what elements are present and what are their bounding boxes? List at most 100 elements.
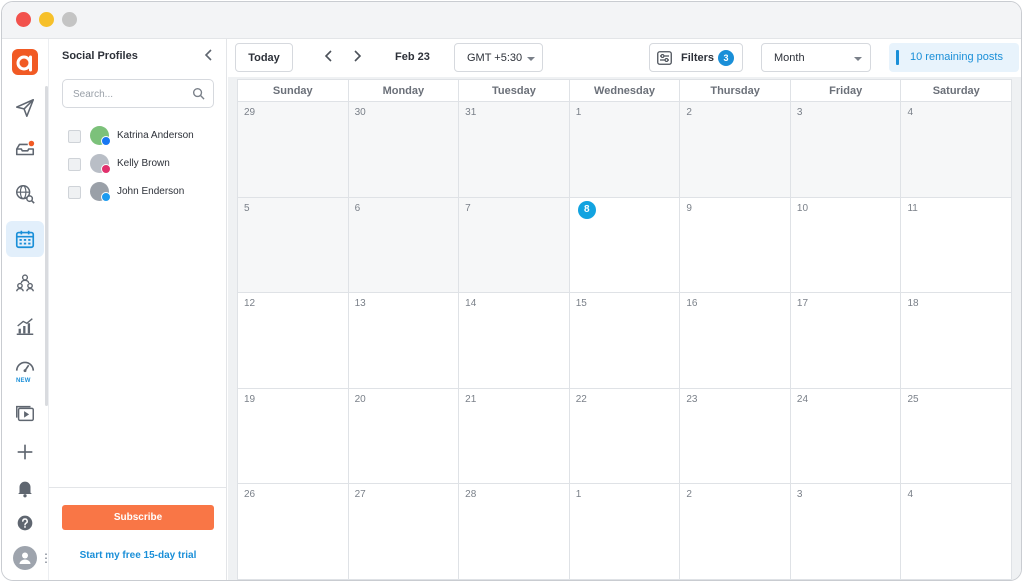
rail-item-analytics[interactable]: [6, 308, 44, 344]
day-cell[interactable]: 19: [238, 388, 349, 484]
day-number: 26: [244, 489, 256, 501]
day-cell[interactable]: 21: [459, 388, 570, 484]
timezone-value: GMT +5:30: [467, 51, 523, 64]
week-row: 29 30 31 1 2 3 4: [238, 102, 1012, 198]
weekday-header: Monday: [349, 80, 460, 101]
search-icon[interactable]: [192, 87, 205, 100]
filters-count-badge: 3: [718, 50, 734, 66]
plus-icon: [17, 444, 33, 460]
day-cell[interactable]: 18: [901, 293, 1012, 388]
day-cell[interactable]: 16: [680, 293, 791, 388]
today-button[interactable]: Today: [235, 43, 293, 72]
rail-item-help[interactable]: [6, 505, 44, 541]
timezone-select[interactable]: GMT +5:30: [454, 43, 543, 72]
day-cell[interactable]: 28: [459, 484, 570, 579]
day-cell[interactable]: 1: [569, 484, 681, 579]
day-cell[interactable]: 15: [569, 293, 681, 388]
profile-search-input[interactable]: [73, 86, 185, 102]
rail-item-notifications[interactable]: [6, 470, 44, 506]
day-cell[interactable]: 5: [238, 197, 349, 293]
day-cell[interactable]: 3: [790, 102, 902, 197]
day-number: 18: [907, 298, 919, 310]
chevron-right-icon[interactable]: [350, 49, 364, 63]
day-cell[interactable]: 23: [680, 388, 791, 484]
rail-item-media[interactable]: [6, 395, 44, 431]
panel-divider: [49, 487, 226, 488]
profile-item[interactable]: Kelly Brown: [68, 153, 218, 175]
icon-rail: NEW ⋮: [2, 39, 52, 580]
chevron-down-icon: [527, 57, 535, 61]
profile-item[interactable]: John Enderson: [68, 181, 218, 203]
help-circle-icon: [17, 515, 33, 531]
filters-button[interactable]: Filters 3: [649, 43, 743, 72]
profile-checkbox[interactable]: [68, 186, 81, 199]
view-select[interactable]: Month: [761, 43, 871, 72]
chevron-left-icon[interactable]: [322, 49, 336, 63]
day-cell[interactable]: 17: [790, 293, 902, 388]
day-number: 20: [354, 393, 366, 405]
weekday-header: Tuesday: [459, 80, 570, 101]
day-cell[interactable]: 1: [569, 102, 681, 197]
rail-item-calendar[interactable]: [6, 221, 44, 257]
day-cell[interactable]: 31: [459, 102, 570, 197]
day-number: 14: [465, 298, 477, 310]
day-cell[interactable]: 20: [348, 388, 460, 484]
day-cell[interactable]: 27: [348, 484, 460, 579]
day-cell[interactable]: 3: [790, 484, 902, 579]
day-number: 22: [575, 393, 587, 405]
rail-item-team[interactable]: [6, 265, 44, 301]
day-cell[interactable]: 10: [790, 197, 902, 293]
zoom-window-button[interactable]: [62, 12, 77, 27]
chevron-left-icon[interactable]: [202, 48, 216, 62]
weekday-header-row: Sunday Monday Tuesday Wednesday Thursday…: [238, 80, 1011, 102]
day-cell[interactable]: 12: [238, 293, 349, 388]
day-cell[interactable]: 22: [569, 388, 681, 484]
day-cell[interactable]: 25: [901, 388, 1012, 484]
day-number: 6: [354, 202, 361, 214]
bell-icon: [18, 481, 32, 498]
facebook-icon: [101, 136, 111, 146]
day-number: 13: [354, 298, 366, 310]
user-avatar-icon: [19, 552, 31, 564]
rail-scrollbar[interactable]: [45, 86, 48, 406]
day-cell[interactable]: 2: [680, 102, 791, 197]
app-logo-icon[interactable]: [12, 49, 38, 75]
weekday-header: Wednesday: [570, 80, 681, 101]
current-period-label: Feb 23: [395, 51, 430, 63]
day-cell[interactable]: 26: [238, 484, 349, 579]
day-cell[interactable]: 29: [238, 102, 349, 197]
day-cell[interactable]: 14: [459, 293, 570, 388]
day-cell[interactable]: 30: [348, 102, 460, 197]
day-cell[interactable]: 4: [901, 484, 1012, 579]
day-cell[interactable]: 7: [459, 197, 570, 293]
rail-item-inbox[interactable]: [6, 131, 44, 167]
day-cell-today[interactable]: 8: [569, 197, 681, 293]
day-number: 16: [686, 298, 698, 310]
day-number: 2: [686, 489, 692, 501]
free-trial-link[interactable]: Start my free 15-day trial: [49, 550, 227, 561]
profile-checkbox[interactable]: [68, 158, 81, 171]
day-cell[interactable]: 2: [680, 484, 791, 579]
minimize-window-button[interactable]: [39, 12, 54, 27]
paper-plane-icon: [15, 98, 35, 118]
day-number: 2: [686, 107, 692, 118]
weekday-header: Thursday: [680, 80, 791, 101]
profile-checkbox[interactable]: [68, 130, 81, 143]
day-cell[interactable]: 6: [348, 197, 460, 293]
close-window-button[interactable]: [16, 12, 31, 27]
view-value: Month: [774, 51, 805, 64]
profile-item[interactable]: Katrina Anderson: [68, 125, 218, 147]
weeks-container: 29 30 31 1 2 3 4 5 6 7 8 9 10 11 12 13 1…: [238, 102, 1012, 579]
day-number: 5: [244, 202, 250, 214]
day-cell[interactable]: 11: [901, 197, 1012, 293]
day-cell[interactable]: 4: [901, 102, 1012, 197]
rail-item-listening[interactable]: [6, 176, 44, 212]
day-cell[interactable]: 24: [790, 388, 902, 484]
user-avatar[interactable]: [13, 546, 37, 570]
rail-item-add[interactable]: [6, 434, 44, 470]
today-day-number: 8: [577, 200, 596, 219]
day-cell[interactable]: 9: [680, 197, 791, 293]
rail-item-publish[interactable]: [6, 90, 44, 126]
subscribe-button[interactable]: Subscribe: [62, 505, 214, 530]
day-cell[interactable]: 13: [348, 293, 460, 388]
